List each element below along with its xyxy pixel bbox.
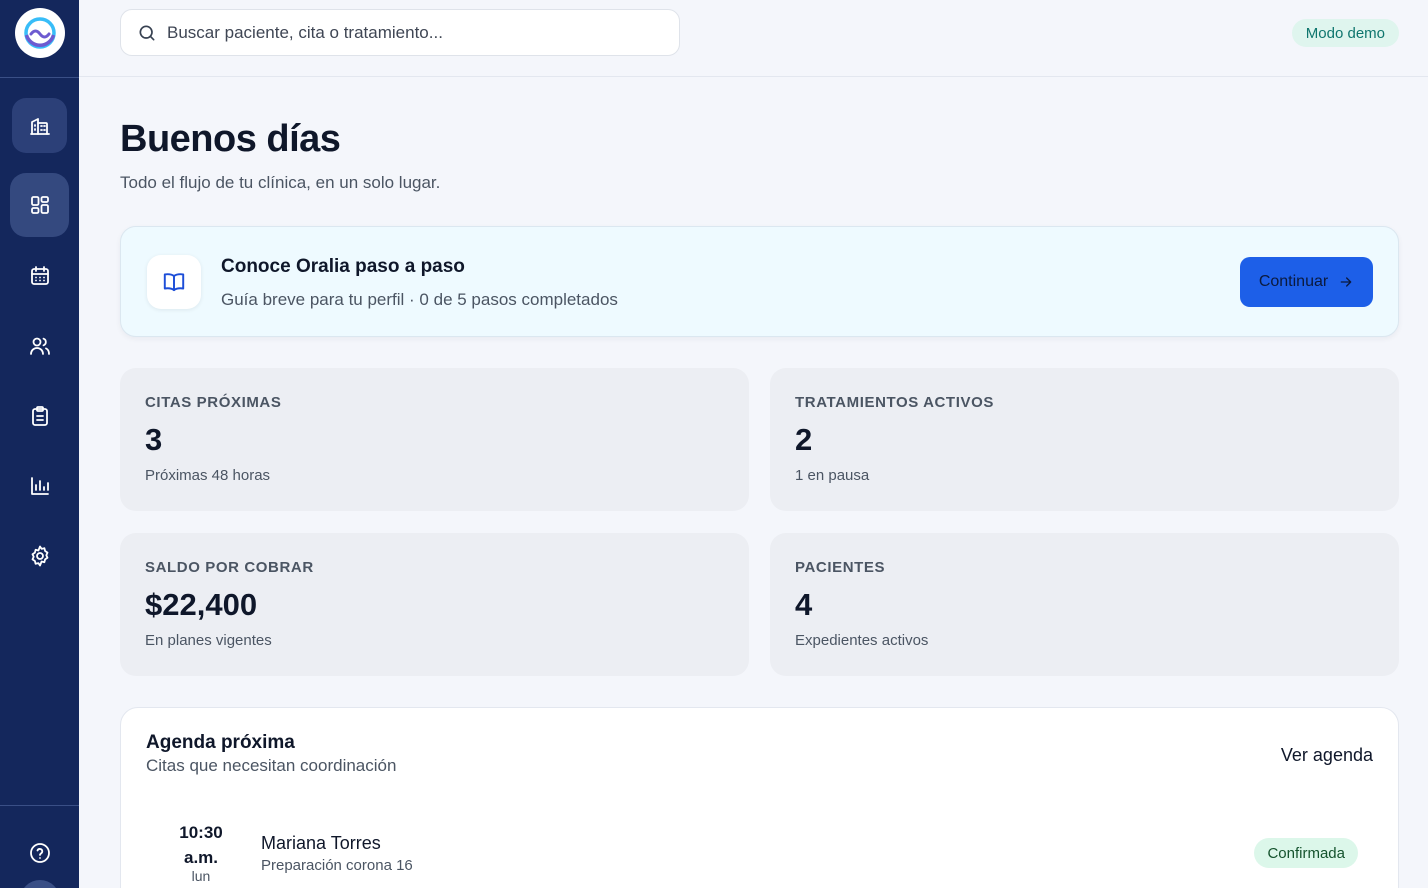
stat-label: PACIENTES bbox=[795, 559, 886, 576]
stat-note: 1 en pausa bbox=[795, 467, 870, 484]
clipboard-icon bbox=[31, 405, 48, 426]
stat-card-patients[interactable]: PACIENTES 4 Expedientes activos bbox=[770, 533, 1399, 676]
search-box[interactable] bbox=[120, 9, 680, 56]
stat-card-upcoming-appointments[interactable]: CITAS PRÓXIMAS 3 Próximas 48 horas bbox=[120, 368, 749, 511]
calendar-icon bbox=[30, 265, 49, 285]
appointment-time-period: a.m. bbox=[183, 848, 219, 867]
building-icon bbox=[29, 117, 50, 135]
guide-progress-text: Guía breve para tu perfil · 0 de 5 pasos… bbox=[221, 290, 618, 309]
sidebar-item-settings[interactable] bbox=[12, 528, 67, 583]
demo-mode-badge: Modo demo bbox=[1291, 19, 1399, 47]
sidebar-divider bbox=[0, 77, 79, 78]
onboarding-guide-card: Conoce Oralia paso a paso Guía breve par… bbox=[120, 226, 1399, 337]
stat-label: TRATAMIENTOS ACTIVOS bbox=[795, 394, 994, 411]
dashboard-grid-icon bbox=[30, 196, 49, 214]
top-bar: Modo demo bbox=[79, 0, 1428, 77]
appointment-day: lun bbox=[191, 868, 211, 884]
page-title: Buenos días bbox=[120, 118, 341, 160]
agenda-title: Agenda próxima bbox=[146, 732, 295, 753]
sidebar-item-clinic[interactable] bbox=[12, 98, 67, 153]
continue-button-label: Continuar bbox=[1258, 273, 1329, 290]
stat-note: Próximas 48 horas bbox=[145, 467, 271, 484]
gear-icon bbox=[31, 545, 48, 566]
upcoming-agenda-panel: Agenda próxima Citas que necesitan coord… bbox=[120, 707, 1399, 888]
page-subtitle: Todo el flujo de tu clínica, en un solo … bbox=[120, 173, 441, 192]
stat-value: 3 bbox=[145, 422, 163, 457]
stat-value: $22,400 bbox=[145, 587, 258, 622]
sidebar-item-treatments[interactable] bbox=[12, 388, 67, 443]
guide-title: Conoce Oralia paso a paso bbox=[221, 256, 465, 277]
continue-button[interactable]: Continuar bbox=[1240, 257, 1373, 307]
appointment-time-hour: 10:30 bbox=[179, 823, 223, 842]
appointment-patient-name: Mariana Torres bbox=[261, 833, 381, 853]
sidebar-item-reports[interactable] bbox=[12, 458, 67, 513]
sidebar-item-patients[interactable] bbox=[12, 318, 67, 373]
appointment-status-badge: Confirmada bbox=[1254, 838, 1358, 868]
sidebar-divider bbox=[0, 805, 79, 806]
book-open-icon bbox=[163, 273, 185, 292]
users-icon bbox=[29, 337, 50, 355]
appointment-procedure: Preparación corona 16 bbox=[261, 857, 413, 874]
stat-value: 2 bbox=[795, 422, 813, 457]
sidebar-item-dashboard[interactable] bbox=[10, 173, 69, 237]
sidebar-item-help[interactable] bbox=[12, 825, 67, 880]
sidebar bbox=[0, 0, 79, 888]
guide-icon-wrap bbox=[147, 255, 201, 309]
search-input[interactable] bbox=[167, 22, 647, 43]
appointment-time: 10:30 a.m. bbox=[161, 820, 241, 870]
arrow-right-icon bbox=[1340, 277, 1352, 287]
stat-label: CITAS PRÓXIMAS bbox=[145, 394, 282, 411]
stat-label: SALDO POR COBRAR bbox=[145, 559, 314, 576]
bar-chart-icon bbox=[30, 476, 49, 495]
stat-value: 4 bbox=[795, 587, 813, 622]
user-avatar[interactable] bbox=[20, 880, 60, 888]
app-logo[interactable] bbox=[15, 8, 65, 58]
help-circle-icon bbox=[29, 842, 50, 863]
oralia-logo-icon bbox=[24, 17, 56, 49]
stat-note: En planes vigentes bbox=[145, 632, 272, 649]
stat-card-active-treatments[interactable]: TRATAMIENTOS ACTIVOS 2 1 en pausa bbox=[770, 368, 1399, 511]
view-agenda-link[interactable]: Ver agenda bbox=[1281, 745, 1373, 766]
agenda-subtitle: Citas que necesitan coordinación bbox=[146, 756, 397, 775]
sidebar-item-calendar[interactable] bbox=[12, 248, 67, 303]
stat-note: Expedientes activos bbox=[795, 632, 929, 649]
stat-card-balance-due[interactable]: SALDO POR COBRAR $22,400 En planes vigen… bbox=[120, 533, 749, 676]
search-icon bbox=[139, 25, 155, 41]
